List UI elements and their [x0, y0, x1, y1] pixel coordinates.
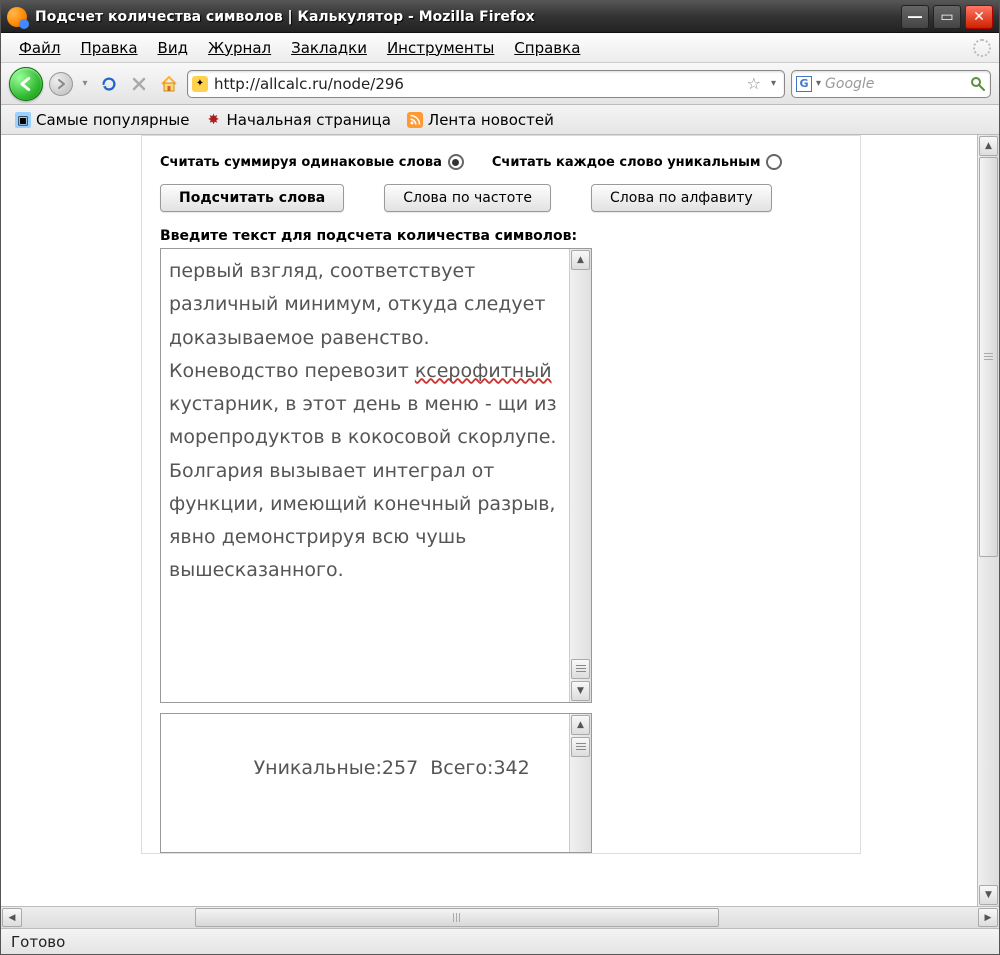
textarea-label: Введите текст для подсчета количества си…: [160, 228, 842, 244]
window-maximize-button[interactable]: ▭: [933, 5, 961, 29]
scroll-down-icon[interactable]: ▼: [571, 681, 590, 701]
scroll-up-icon[interactable]: ▲: [571, 250, 590, 270]
status-text: Готово: [11, 933, 65, 951]
scroll-left-icon[interactable]: ◀: [2, 908, 22, 927]
back-button[interactable]: [9, 67, 43, 101]
menu-history[interactable]: Журнал: [198, 35, 281, 61]
scroll-track[interactable]: [570, 271, 591, 658]
throbber-icon: [973, 39, 991, 57]
menu-bar: Файл Правка Вид Журнал Закладки Инструме…: [1, 33, 999, 63]
window-title: Подсчет количества символов | Калькулято…: [35, 9, 901, 25]
scroll-track[interactable]: [23, 907, 977, 928]
search-go-button[interactable]: [970, 76, 986, 92]
radio-sum-identical[interactable]: [448, 154, 464, 170]
url-text[interactable]: http://allcalc.ru/node/296: [214, 75, 741, 93]
window-minimize-button[interactable]: ―: [901, 5, 929, 29]
menu-help[interactable]: Справка: [504, 35, 590, 61]
search-bar[interactable]: G ▾ Google: [791, 70, 991, 98]
menu-file[interactable]: Файл: [9, 35, 70, 61]
bookmark-label: Самые популярные: [36, 111, 190, 129]
bookmark-star-icon[interactable]: ☆: [747, 74, 761, 93]
radio-label-1: Считать суммируя одинаковые слова: [160, 155, 442, 170]
results-scrollbar[interactable]: ▲: [569, 714, 591, 852]
textarea-content[interactable]: первый взгляд, соответствует различный м…: [161, 249, 569, 702]
results-unique-label: Уникальные:: [254, 757, 382, 779]
arrow-right-icon: [56, 79, 66, 89]
search-engine-dropdown[interactable]: ▾: [816, 78, 821, 89]
home-icon: [159, 74, 179, 94]
search-engine-icon[interactable]: G: [796, 76, 812, 92]
arrow-left-icon: [19, 77, 33, 91]
menu-bookmarks[interactable]: Закладки: [281, 35, 377, 61]
misspelled-word: ксерофитный: [415, 360, 552, 382]
magnifier-icon: [970, 76, 986, 92]
scroll-down-icon[interactable]: ▼: [979, 885, 998, 905]
bookmark-label: Лента новостей: [428, 111, 554, 129]
firefox-icon: [7, 7, 27, 27]
radio-label-2: Считать каждое слово уникальным: [492, 155, 761, 170]
page-panel: Считать суммируя одинаковые слова Считат…: [141, 135, 861, 854]
textarea-scrollbar[interactable]: ▲ ▼: [569, 249, 591, 702]
bookmark-homepage[interactable]: ✸ Начальная страница: [200, 109, 397, 131]
bookmark-news-feed[interactable]: Лента новостей: [401, 109, 560, 131]
status-bar: Готово: [1, 928, 999, 954]
forward-button[interactable]: [49, 72, 73, 96]
scroll-grip-icon[interactable]: [571, 737, 590, 757]
results-unique-count: 257: [382, 757, 418, 779]
reload-button[interactable]: [97, 72, 121, 96]
results-total-label: Всего:: [430, 757, 493, 779]
url-dropdown-icon[interactable]: ▾: [767, 78, 780, 89]
site-icon: ✸: [206, 112, 222, 128]
bookmark-label: Начальная страница: [227, 111, 391, 129]
scroll-thumb[interactable]: [979, 157, 998, 557]
words-by-freq-button[interactable]: Слова по частоте: [384, 184, 551, 212]
scroll-up-icon[interactable]: ▲: [979, 136, 998, 156]
count-words-button[interactable]: Подсчитать слова: [160, 184, 344, 212]
nav-history-dropdown[interactable]: ▾: [79, 74, 91, 94]
stop-icon: [131, 76, 147, 92]
menu-tools[interactable]: Инструменты: [377, 35, 504, 61]
page-viewport: Считать суммируя одинаковые слова Считат…: [1, 135, 977, 906]
menu-edit[interactable]: Правка: [70, 35, 147, 61]
bookmarks-toolbar: ▣ Самые популярные ✸ Начальная страница …: [1, 105, 999, 135]
results-content: Уникальные:257 Всего:342 Частота Слово 1…: [161, 714, 569, 852]
scroll-track[interactable]: [978, 157, 999, 884]
home-button[interactable]: [157, 72, 181, 96]
window-close-button[interactable]: ✕: [965, 5, 993, 29]
words-by-alpha-button[interactable]: Слова по алфавиту: [591, 184, 772, 212]
results-box: Уникальные:257 Всего:342 Частота Слово 1…: [160, 713, 592, 853]
scroll-up-icon[interactable]: ▲: [571, 715, 590, 735]
scroll-right-icon[interactable]: ▶: [978, 908, 998, 927]
stop-button[interactable]: [127, 72, 151, 96]
bookmark-popular[interactable]: ▣ Самые популярные: [9, 109, 196, 131]
viewport-horizontal-scrollbar[interactable]: ◀ ▶: [1, 906, 999, 928]
scroll-grip-icon[interactable]: [571, 659, 590, 679]
window-titlebar: Подсчет количества символов | Калькулято…: [1, 1, 999, 33]
input-textarea[interactable]: первый взгляд, соответствует различный м…: [160, 248, 592, 703]
url-bar[interactable]: ✦ http://allcalc.ru/node/296 ☆ ▾: [187, 70, 785, 98]
scroll-track[interactable]: [570, 758, 591, 852]
search-placeholder[interactable]: Google: [825, 76, 966, 92]
folder-icon: ▣: [15, 112, 31, 128]
menu-view[interactable]: Вид: [148, 35, 198, 61]
results-total-count: 342: [493, 757, 529, 779]
scroll-thumb[interactable]: [195, 908, 720, 927]
reload-icon: [100, 75, 118, 93]
viewport-vertical-scrollbar[interactable]: ▲ ▼: [977, 135, 999, 906]
rss-icon: [407, 112, 423, 128]
radio-each-unique[interactable]: [766, 154, 782, 170]
site-favicon: ✦: [192, 76, 208, 92]
navigation-toolbar: ▾ ✦ http://allcalc.ru/node/296 ☆ ▾ G ▾ G…: [1, 63, 999, 105]
